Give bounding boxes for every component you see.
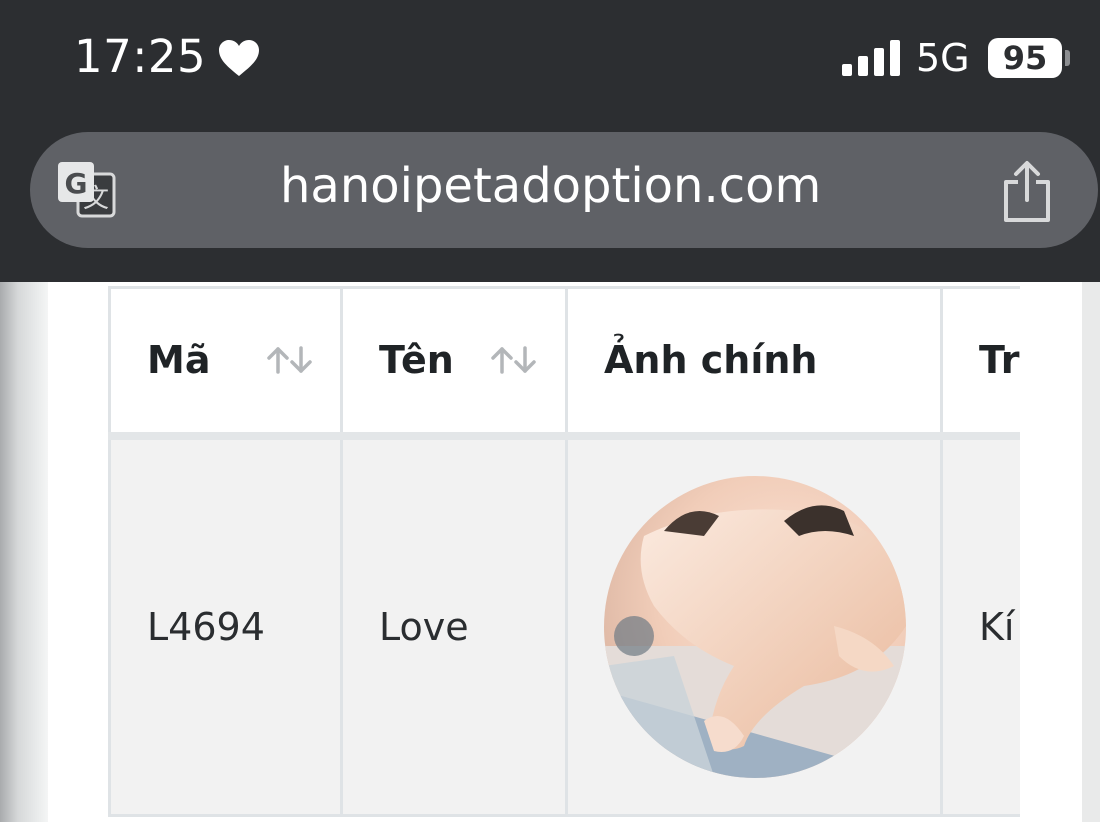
- column-header-name[interactable]: Tên: [340, 286, 568, 440]
- share-icon[interactable]: [998, 160, 1056, 224]
- network-type: 5G: [916, 36, 970, 80]
- pet-table: Mã Tên Ảnh chính Tr L4694 Love Kí: [108, 286, 1020, 817]
- column-header-status: Tr: [940, 286, 1020, 440]
- column-header-label: Ảnh chính: [604, 338, 818, 383]
- cell-code: L4694: [108, 434, 343, 817]
- sort-icon[interactable]: [489, 345, 539, 375]
- column-header-label: Tên: [379, 338, 454, 383]
- column-header-label: Tr: [979, 338, 1020, 383]
- url-text[interactable]: hanoipetadoption.com: [280, 158, 850, 214]
- column-header-code[interactable]: Mã: [108, 286, 343, 440]
- status-bar: 17:25 5G 95: [0, 0, 1100, 120]
- translate-icon[interactable]: 文 G: [56, 160, 118, 220]
- page-edge: [1082, 282, 1100, 822]
- table-header-row: Mã Tên Ảnh chính Tr: [108, 286, 1020, 440]
- svg-text:G: G: [65, 167, 88, 200]
- column-header-main-photo: Ảnh chính: [565, 286, 943, 440]
- cell-name: Love: [340, 434, 568, 817]
- heart-icon: [219, 40, 259, 76]
- battery-level: 95: [1002, 39, 1048, 77]
- table-row[interactable]: L4694 Love Kí: [108, 434, 1020, 817]
- cell-photo: [565, 434, 943, 817]
- cat-photo[interactable]: [604, 475, 906, 778]
- battery-cap: [1065, 50, 1070, 66]
- sort-icon[interactable]: [265, 345, 315, 375]
- pet-table-container[interactable]: Mã Tên Ảnh chính Tr L4694 Love Kí: [108, 286, 1020, 822]
- signal-icon: [842, 40, 900, 76]
- battery-indicator: 95: [988, 38, 1062, 78]
- status-time: 17:25: [74, 30, 207, 83]
- cell-status: Kí: [940, 434, 1020, 817]
- column-header-label: Mã: [147, 338, 211, 383]
